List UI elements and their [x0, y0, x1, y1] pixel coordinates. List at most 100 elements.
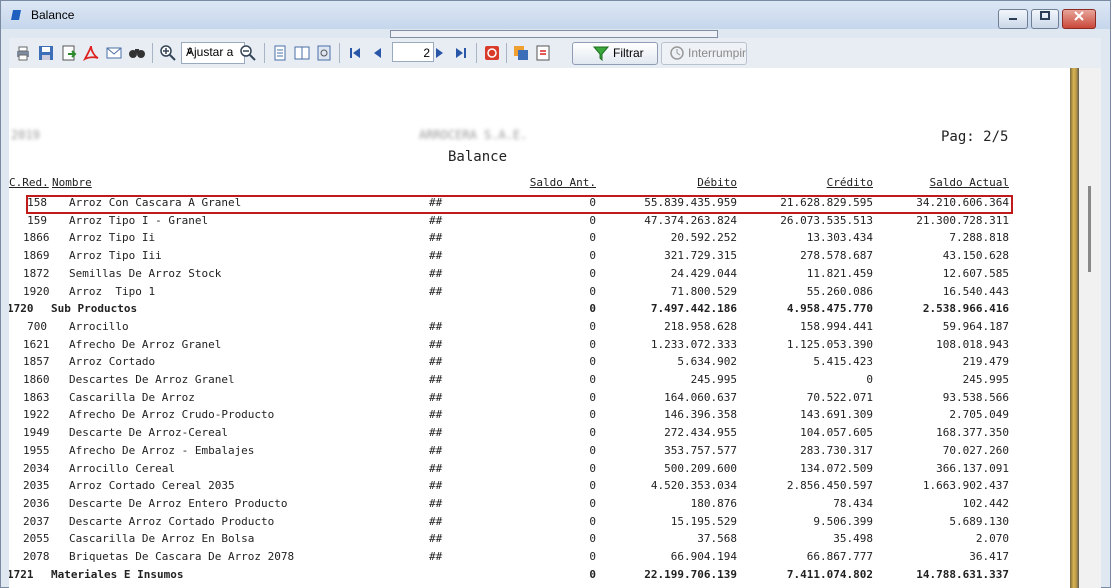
interrupt-button[interactable]: Interrumpir [661, 42, 747, 65]
single-page-icon[interactable] [271, 44, 289, 62]
account-code: 1721 [9, 567, 34, 581]
debito-value: 4.520.353.034 [650, 479, 737, 493]
table-row: 2037 Descarte Arroz Cortado Producto ## 0 15… [9, 515, 1070, 532]
zoom-in-icon[interactable] [159, 44, 177, 62]
save-icon[interactable] [37, 44, 55, 62]
credito-value: 7.411.074.802 [786, 567, 873, 581]
account-code: 2036 [23, 496, 50, 510]
saldo-actual-value: 70.027.260 [942, 443, 1009, 457]
maximize-button[interactable] [1031, 9, 1059, 29]
close-button[interactable] [1062, 9, 1096, 29]
two-page-icon[interactable] [293, 44, 311, 62]
account-name: Sub Productos [51, 302, 138, 316]
debito-value: 37.568 [697, 532, 737, 546]
credito-value: 35.498 [833, 532, 873, 546]
saldo-anterior: 0 [589, 266, 596, 280]
table-row: 2034 Arrocillo Cereal ## 0 500.209.600 134.07… [9, 462, 1070, 479]
account-code: 1621 [23, 337, 50, 351]
table-row: 2078 Briquetas De Cascara De Arroz 2078 ##… [9, 550, 1070, 567]
first-page-icon[interactable] [346, 44, 364, 62]
table-row: 1857 Arroz Cortado ## 0 5.634.902 5.415.423 21… [9, 355, 1070, 372]
scrollbar-thumb[interactable] [1088, 186, 1091, 272]
print-icon[interactable] [14, 44, 32, 62]
overflow-marker: ## [429, 231, 443, 245]
credito-value: 66.867.777 [806, 550, 873, 563]
chevron-down-icon: ∨ [186, 46, 194, 57]
credito-value: 283.730.317 [800, 443, 873, 457]
account-name: Arrocillo [69, 319, 129, 333]
panel-splitter[interactable] [390, 30, 718, 38]
overflow-marker: ## [429, 284, 443, 298]
column-header-saldo-ant: Saldo Ant. [529, 176, 596, 189]
account-code: 700 [27, 319, 47, 333]
saldo-anterior: 0 [589, 567, 596, 581]
saldo-actual-value: 12.607.585 [942, 266, 1009, 280]
saldo-anterior: 0 [589, 390, 596, 404]
page-edge [1070, 68, 1079, 588]
account-name: Cascarilla De Arroz En Bolsa [69, 532, 255, 546]
next-page-icon[interactable] [430, 44, 448, 62]
overflow-marker: ## [429, 479, 443, 493]
overflow-marker: ## [429, 496, 443, 510]
debito-value: 66.904.194 [670, 550, 737, 563]
account-code: 1869 [23, 249, 50, 263]
toolbar-separator [264, 43, 265, 63]
page-number-input[interactable]: 2 [392, 42, 434, 62]
saldo-anterior: 0 [589, 479, 596, 493]
account-name: Descarte Arroz Cortado Producto [69, 514, 275, 528]
minimize-button[interactable] [998, 9, 1028, 29]
copy-report-icon[interactable] [512, 44, 530, 62]
credito-value: 5.415.423 [813, 355, 873, 369]
saldo-actual-value: 108.018.943 [936, 337, 1009, 351]
last-page-icon[interactable] [452, 44, 470, 62]
saldo-anterior: 0 [589, 426, 596, 440]
table-row: 1863 Cascarilla De Arroz ## 0 164.060.637 70.… [9, 391, 1070, 408]
table-row: 1721 Materiales E Insumos 0 22.199.706.139 7… [9, 568, 1070, 585]
debito-value: 245.995 [690, 373, 737, 386]
account-name: Afrecho De Arroz Crudo-Producto [69, 408, 275, 422]
table-row: 2055 Cascarilla De Arroz En Bolsa ## 0 37.56… [9, 532, 1070, 549]
column-header-credito: Crédito [826, 176, 873, 189]
email-icon[interactable] [105, 44, 123, 62]
account-name: Descartes De Arroz Granel [69, 373, 235, 386]
account-code: 2035 [23, 479, 50, 493]
pdf-icon[interactable] [82, 44, 100, 62]
previous-page-icon[interactable] [369, 44, 387, 62]
page-setup-icon[interactable] [315, 44, 333, 62]
debito-value: 146.396.358 [664, 408, 737, 422]
column-header-debito: Débito [697, 176, 737, 189]
account-code: 1949 [23, 426, 50, 440]
debito-value: 24.429.044 [670, 266, 737, 280]
report-title: Balance [448, 149, 508, 165]
saldo-anterior: 0 [589, 496, 596, 510]
find-icon[interactable] [128, 44, 146, 62]
redacted-year: 2019 [11, 128, 40, 142]
account-name: Arroz Cortado Cereal 2035 [69, 479, 235, 493]
table-row: 159 Arroz Tipo I - Granel ## 0 47.374.263.82… [9, 214, 1070, 231]
vertical-scrollbar[interactable] [1079, 68, 1101, 588]
overflow-marker: ## [429, 337, 443, 351]
stop-icon[interactable] [483, 44, 501, 62]
saldo-actual-value: 1.663.902.437 [922, 479, 1009, 493]
report-options-icon[interactable] [534, 44, 552, 62]
saldo-anterior: 0 [589, 461, 596, 475]
saldo-actual-value: 219.479 [962, 355, 1009, 369]
export-icon[interactable] [60, 44, 78, 62]
zoom-select[interactable]: Ajustar a ∨ [181, 42, 245, 64]
column-header-cred: C.Red. [9, 176, 49, 189]
zoom-out-icon[interactable] [239, 44, 257, 62]
account-code: 2078 [23, 550, 50, 563]
account-name: Arroz Cortado [69, 355, 156, 369]
table-row: 1621 Afrecho De Arroz Granel ## 0 1.233.072.… [9, 338, 1070, 355]
title-bar: Balance [1, 1, 1110, 29]
funnel-icon [593, 46, 609, 61]
credito-value: 143.691.309 [800, 408, 873, 422]
saldo-anterior: 0 [589, 249, 596, 263]
filter-button[interactable]: Filtrar [572, 42, 658, 65]
credito-value: 134.072.509 [800, 461, 873, 475]
redacted-company-name: ARROCERA S.A.E. [419, 128, 528, 142]
table-row: 1949 Descarte De Arroz-Cereal ## 0 272.434.9… [9, 426, 1070, 443]
credito-value: 78.434 [833, 496, 873, 510]
account-name: Arrocillo Cereal [69, 461, 175, 475]
overflow-marker: ## [429, 213, 443, 227]
